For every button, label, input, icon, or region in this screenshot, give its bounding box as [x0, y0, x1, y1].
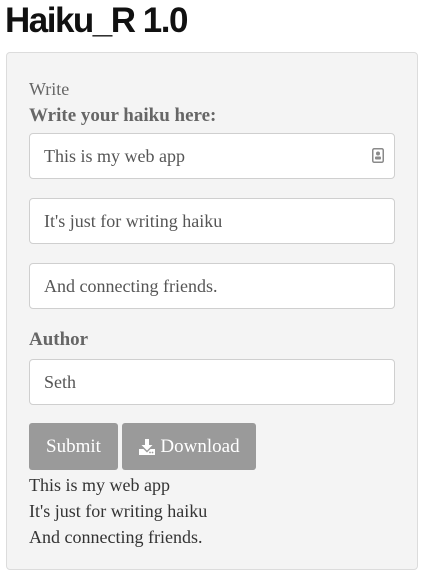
- output-line-2: It's just for writing haiku: [29, 501, 208, 521]
- output-line-3: And connecting friends.: [29, 527, 203, 547]
- haiku-panel: Write Write your haiku here: Author Subm…: [6, 52, 418, 570]
- author-label: Author: [29, 329, 89, 350]
- haiku-line-3-input[interactable]: [29, 263, 395, 309]
- section-label: Write: [29, 79, 70, 99]
- haiku-line-1-wrapper: [29, 133, 395, 179]
- contact-card-icon[interactable]: [372, 148, 384, 163]
- submit-button-label: Submit: [46, 435, 101, 457]
- haiku-label: Write your haiku here:: [29, 105, 217, 126]
- submit-button[interactable]: Submit: [29, 423, 118, 470]
- haiku-line-1-input[interactable]: [29, 133, 395, 179]
- download-button[interactable]: Download: [122, 423, 256, 470]
- author-input[interactable]: [29, 359, 395, 405]
- app-title: Haiku_R 1.0: [5, 1, 188, 40]
- download-button-label: Download: [160, 435, 240, 457]
- output-line-1: This is my web app: [29, 475, 170, 495]
- download-icon: [139, 438, 156, 455]
- haiku-line-2-input[interactable]: [29, 198, 395, 244]
- haiku-output: This is my web app It's just for writing…: [29, 472, 207, 550]
